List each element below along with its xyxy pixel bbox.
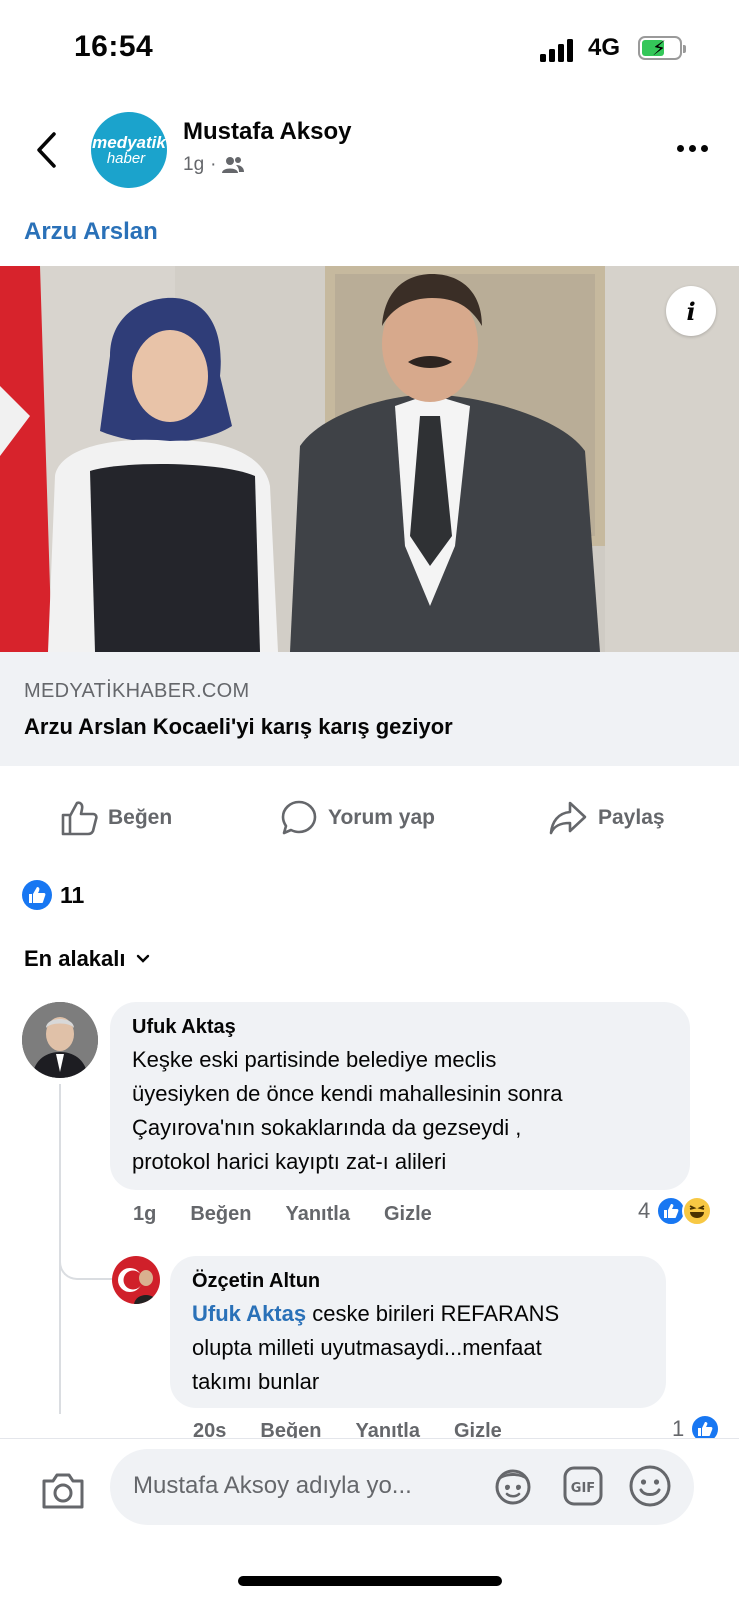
avatar-text-line2: haber [106, 150, 146, 167]
mention-link[interactable]: Ufuk Aktaş [192, 1301, 306, 1326]
post-photo-illustration [0, 266, 739, 652]
battery-icon: ⚡ [638, 36, 686, 60]
avatar-sticker-icon [495, 1469, 531, 1505]
comment-line: Çayırova'nın sokaklarında da gezseydi , [132, 1115, 522, 1140]
smiley-icon [629, 1465, 671, 1507]
page-avatar[interactable]: medyatik haber [91, 112, 167, 188]
chevron-down-icon [136, 954, 149, 963]
reply-bubble[interactable]: Özçetin Altun Ufuk Aktaş ceske birileri … [170, 1256, 666, 1408]
comment-text: Ufuk Aktaş ceske birileri REFARANS olupt… [192, 1297, 644, 1399]
network-label: 4G [588, 34, 621, 61]
comment-line: Ufuk Aktaş ceske birileri REFARANS [192, 1297, 644, 1331]
comment-reactions[interactable]: 4 [638, 1196, 713, 1226]
signal-icon [540, 38, 580, 62]
home-indicator[interactable] [238, 1576, 502, 1586]
link-title[interactable]: Arzu Arslan Kocaeli'yi karış karış geziy… [24, 714, 453, 740]
share-button[interactable]: Paylaş [548, 794, 665, 842]
like-label: Beğen [108, 806, 173, 829]
comment-line: olupta milleti uyutmasaydi...menfaat [192, 1335, 542, 1360]
gif-button[interactable]: GIF [560, 1463, 606, 1509]
post-actions: Beğen Yorum yap Paylaş [0, 794, 739, 842]
comment-meta: 1g Beğen Yanıtla Gizle [133, 1203, 466, 1226]
comment-text: Keşke eski partisinde belediye meclis üy… [132, 1043, 668, 1179]
avatar-sticker-button[interactable] [490, 1463, 536, 1509]
camera-icon [42, 1473, 84, 1509]
comment-reply-button[interactable]: Yanıtla [285, 1203, 349, 1226]
status-time: 16:54 [74, 30, 154, 63]
commenter-name[interactable]: Özçetin Altun [192, 1270, 644, 1293]
comment-sort-dropdown[interactable]: En alakalı [24, 946, 150, 972]
link-preview-card[interactable] [0, 652, 739, 766]
thumbs-up-icon [61, 801, 98, 836]
friends-icon [222, 157, 245, 173]
info-icon[interactable]: i [666, 286, 716, 336]
comment-line: üyesiyken de önce kendi mahallesinin son… [132, 1081, 563, 1106]
share-icon [549, 801, 587, 835]
comment-line: protokol harici kayıptı zat-ı alileri [132, 1149, 447, 1174]
share-label: Paylaş [598, 806, 665, 829]
emoji-button[interactable] [627, 1463, 673, 1509]
avatar-text-line1: medyatik [92, 133, 166, 152]
commenter-name[interactable]: Ufuk Aktaş [132, 1016, 668, 1039]
camera-button[interactable] [38, 1466, 88, 1516]
post-image[interactable] [0, 266, 739, 652]
like-reaction-icon [22, 880, 52, 910]
comment-reaction-count: 4 [638, 1198, 651, 1223]
sort-label: En alakalı [24, 946, 126, 971]
post-meta: 1g · [183, 154, 245, 176]
haha-reaction-icon [682, 1196, 713, 1226]
chevron-left-icon [37, 132, 56, 168]
link-domain: MEDYATİKHABER.COM [24, 680, 250, 702]
reaction-count: 11 [60, 881, 85, 908]
gif-icon: GIF [563, 1466, 603, 1506]
comment-line: takımı bunlar [192, 1369, 320, 1394]
comment-line-rest: ceske birileri REFARANS [306, 1301, 560, 1326]
reaction-summary[interactable]: 11 [22, 880, 84, 910]
comment-time: 1g [133, 1203, 157, 1225]
comment-line: Keşke eski partisinde belediye meclis [132, 1047, 497, 1072]
thread-connector [59, 1230, 115, 1280]
commenter-avatar[interactable] [112, 1256, 160, 1304]
commenter-avatar[interactable] [22, 1002, 98, 1078]
comment-hide-button[interactable]: Gizle [384, 1203, 432, 1226]
status-bar: 16:54 4G ⚡ [0, 0, 739, 100]
comment-input-placeholder: Mustafa Aksoy adıyla yo... [133, 1472, 412, 1499]
back-button[interactable] [28, 126, 64, 174]
post-time[interactable]: 1g [183, 154, 204, 176]
more-options-button[interactable] [670, 136, 714, 160]
svg-text:GIF: GIF [571, 1481, 595, 1496]
comment-bubble[interactable]: Ufuk Aktaş Keşke eski partisinde belediy… [110, 1002, 690, 1190]
meta-separator: · [210, 154, 217, 175]
comment-like-button[interactable]: Beğen [190, 1203, 251, 1226]
tagged-person[interactable]: Arzu Arslan [24, 218, 158, 246]
like-button[interactable]: Beğen [60, 794, 172, 842]
comment-button[interactable]: Yorum yap [280, 794, 435, 842]
comment-icon [281, 800, 317, 835]
comment-label: Yorum yap [328, 806, 435, 829]
post-author[interactable]: Mustafa Aksoy [183, 118, 352, 146]
